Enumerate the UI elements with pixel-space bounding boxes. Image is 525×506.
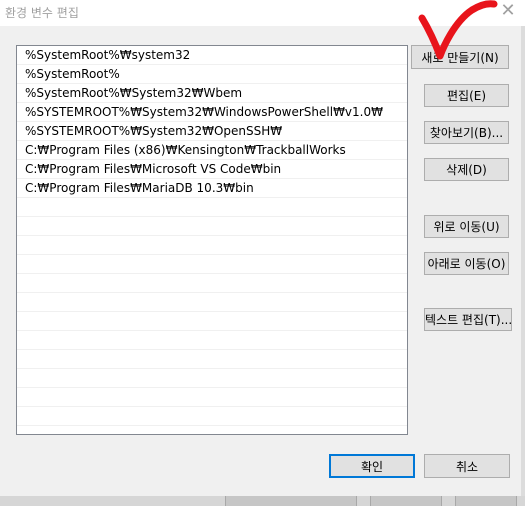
path-entry[interactable]: C:₩Program Files (x86)₩Kensington₩Trackb… — [17, 141, 407, 160]
empty-row[interactable] — [17, 350, 407, 369]
background-window-strip — [0, 496, 525, 506]
empty-row[interactable] — [17, 236, 407, 255]
path-entry[interactable]: %SYSTEMROOT%₩System32₩OpenSSH₩ — [17, 122, 407, 141]
title-bar: 환경 변수 편집 ✕ — [0, 0, 525, 26]
empty-row[interactable] — [17, 198, 407, 217]
edit-env-variable-dialog: %SystemRoot%₩system32 %SystemRoot% %System… — [0, 26, 525, 496]
path-entry[interactable]: %SYSTEMROOT%₩System32₩WindowsPowerShell₩… — [17, 103, 407, 122]
delete-button[interactable]: 삭제(D) — [424, 158, 509, 181]
empty-row[interactable] — [17, 312, 407, 331]
window-edge — [521, 26, 525, 496]
browse-button[interactable]: 찾아보기(B)... — [424, 121, 509, 144]
empty-row[interactable] — [17, 407, 407, 426]
path-list[interactable]: %SystemRoot%₩system32 %SystemRoot% %System… — [16, 45, 408, 435]
empty-row[interactable] — [17, 331, 407, 350]
empty-row[interactable] — [17, 388, 407, 407]
path-entry[interactable]: %SystemRoot% — [17, 65, 407, 84]
cancel-button[interactable]: 취소 — [424, 454, 510, 478]
empty-row[interactable] — [17, 274, 407, 293]
path-entry[interactable]: %SystemRoot%₩System32₩Wbem — [17, 84, 407, 103]
empty-row[interactable] — [17, 293, 407, 312]
empty-row[interactable] — [17, 369, 407, 388]
move-up-button[interactable]: 위로 이동(U) — [424, 215, 509, 238]
background-button — [370, 496, 442, 506]
background-button — [225, 496, 357, 506]
path-entry[interactable]: C:₩Program Files₩Microsoft VS Code₩bin — [17, 160, 407, 179]
empty-row[interactable] — [17, 217, 407, 236]
background-button — [455, 496, 517, 506]
edit-text-button[interactable]: 텍스트 편집(T)... — [424, 308, 512, 331]
empty-row[interactable] — [17, 255, 407, 274]
ok-button[interactable]: 확인 — [329, 454, 415, 478]
close-icon[interactable]: ✕ — [497, 0, 519, 22]
new-button[interactable]: 새로 만들기(N) — [411, 45, 509, 69]
move-down-button[interactable]: 아래로 이동(O) — [424, 252, 509, 275]
path-entry[interactable]: %SystemRoot%₩system32 — [17, 46, 407, 65]
window-title: 환경 변수 편집 — [5, 6, 79, 20]
path-entry[interactable]: C:₩Program Files₩MariaDB 10.3₩bin — [17, 179, 407, 198]
edit-button[interactable]: 편집(E) — [424, 84, 509, 107]
